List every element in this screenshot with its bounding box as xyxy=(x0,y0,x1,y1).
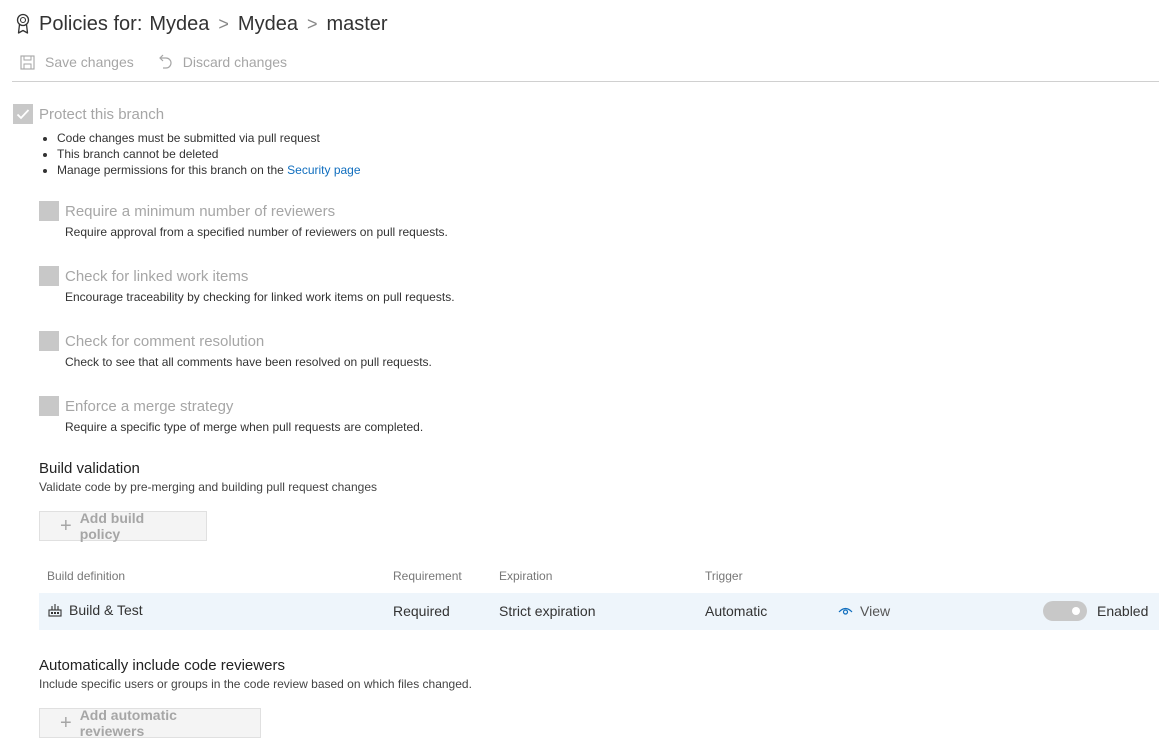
comment-resolution-checkbox[interactable] xyxy=(39,331,59,351)
protect-branch-section: Protect this branch Code changes must be… xyxy=(13,104,361,178)
protect-branch-rules: Code changes must be submitted via pull … xyxy=(13,130,361,178)
add-build-policy-button[interactable]: + Add build policy xyxy=(39,510,207,542)
protect-branch-checkbox[interactable] xyxy=(13,104,33,124)
breadcrumb-separator: > xyxy=(218,13,229,34)
requirement-cell: Required xyxy=(393,603,450,619)
add-automatic-reviewers-label: Add automatic reviewers xyxy=(79,707,177,739)
column-header-trigger[interactable]: Trigger xyxy=(705,569,743,583)
plus-icon: + xyxy=(60,515,72,537)
toggle-knob xyxy=(1072,607,1080,615)
branch-policies-page: Policies for: Mydea > Mydea > master Sav… xyxy=(0,0,1159,742)
save-changes-label: Save changes xyxy=(45,54,134,70)
save-icon xyxy=(20,54,35,70)
expiration-cell: Strict expiration xyxy=(499,603,596,619)
option-description: Encourage traceability by checking for l… xyxy=(65,290,455,304)
permissions-text: Manage permissions for this branch on th… xyxy=(57,163,284,177)
breadcrumb-branch[interactable]: master xyxy=(326,13,387,36)
plus-icon: + xyxy=(60,712,72,734)
build-definition-name[interactable]: Build & Test xyxy=(69,602,143,618)
view-button[interactable]: View xyxy=(838,603,890,619)
option-label: Require a minimum number of reviewers xyxy=(65,202,336,220)
option-label: Check for linked work items xyxy=(65,267,249,285)
title-prefix: Policies for: xyxy=(39,12,143,35)
option-label: Enforce a merge strategy xyxy=(65,397,234,415)
build-validation-title: Build validation xyxy=(39,460,140,477)
toolbar-divider xyxy=(12,81,1159,82)
page-title: Policies for: Mydea > Mydea > master xyxy=(15,10,388,38)
option-linked-work-items: Check for linked work items Encourage tr… xyxy=(39,266,455,304)
column-header-requirement[interactable]: Requirement xyxy=(393,569,462,583)
policy-badge-icon xyxy=(15,13,33,35)
build-pipeline-icon xyxy=(48,604,62,617)
auto-reviewers-description: Include specific users or groups in the … xyxy=(39,677,472,691)
option-merge-strategy: Enforce a merge strategy Require a speci… xyxy=(39,396,423,434)
option-description: Require approval from a specified number… xyxy=(65,225,448,239)
minimum-reviewers-checkbox[interactable] xyxy=(39,201,59,221)
protect-branch-label: Protect this branch xyxy=(39,105,165,123)
add-automatic-reviewers-button[interactable]: + Add automatic reviewers xyxy=(39,707,261,739)
breadcrumb-repository[interactable]: Mydea xyxy=(238,13,298,36)
list-item: This branch cannot be deleted xyxy=(57,146,361,162)
option-description: Require a specific type of merge when pu… xyxy=(65,420,424,434)
discard-changes-label: Discard changes xyxy=(182,54,288,70)
table-row[interactable]: Build & Test Required Strict expiration … xyxy=(39,593,1159,630)
toolbar: Save changes Discard changes xyxy=(20,50,311,74)
auto-reviewers-title: Automatically include code reviewers xyxy=(39,657,285,674)
option-minimum-reviewers: Require a minimum number of reviewers Re… xyxy=(39,201,448,239)
merge-strategy-checkbox[interactable] xyxy=(39,396,59,416)
column-header-build-definition[interactable]: Build definition xyxy=(47,569,125,583)
option-description: Check to see that all comments have been… xyxy=(65,355,432,369)
enabled-toggle[interactable] xyxy=(1043,601,1087,621)
build-table-header: Build definition Requirement Expiration … xyxy=(0,569,1159,585)
undo-icon xyxy=(158,54,172,69)
eye-icon xyxy=(838,607,853,615)
status-label: Enabled xyxy=(1097,603,1149,619)
list-item: Code changes must be submitted via pull … xyxy=(57,130,361,146)
security-page-link[interactable]: Security page xyxy=(287,163,360,177)
checkmark-icon xyxy=(16,109,30,120)
add-build-policy-label: Add build policy xyxy=(79,510,145,542)
view-label: View xyxy=(860,603,891,619)
breadcrumb-project[interactable]: Mydea xyxy=(149,13,209,36)
linked-work-items-checkbox[interactable] xyxy=(39,266,59,286)
trigger-cell: Automatic xyxy=(705,603,768,619)
option-comment-resolution: Check for comment resolution Check to se… xyxy=(39,331,432,369)
discard-changes-button[interactable]: Discard changes xyxy=(158,54,287,71)
column-header-expiration[interactable]: Expiration xyxy=(499,569,552,583)
option-label: Check for comment resolution xyxy=(65,332,265,350)
save-changes-button[interactable]: Save changes xyxy=(20,54,134,70)
list-item: Manage permissions for this branch on th… xyxy=(57,162,361,178)
breadcrumb-separator: > xyxy=(306,13,318,34)
build-definition-cell: Build & Test xyxy=(48,602,143,618)
build-validation-description: Validate code by pre-merging and buildin… xyxy=(39,480,377,494)
